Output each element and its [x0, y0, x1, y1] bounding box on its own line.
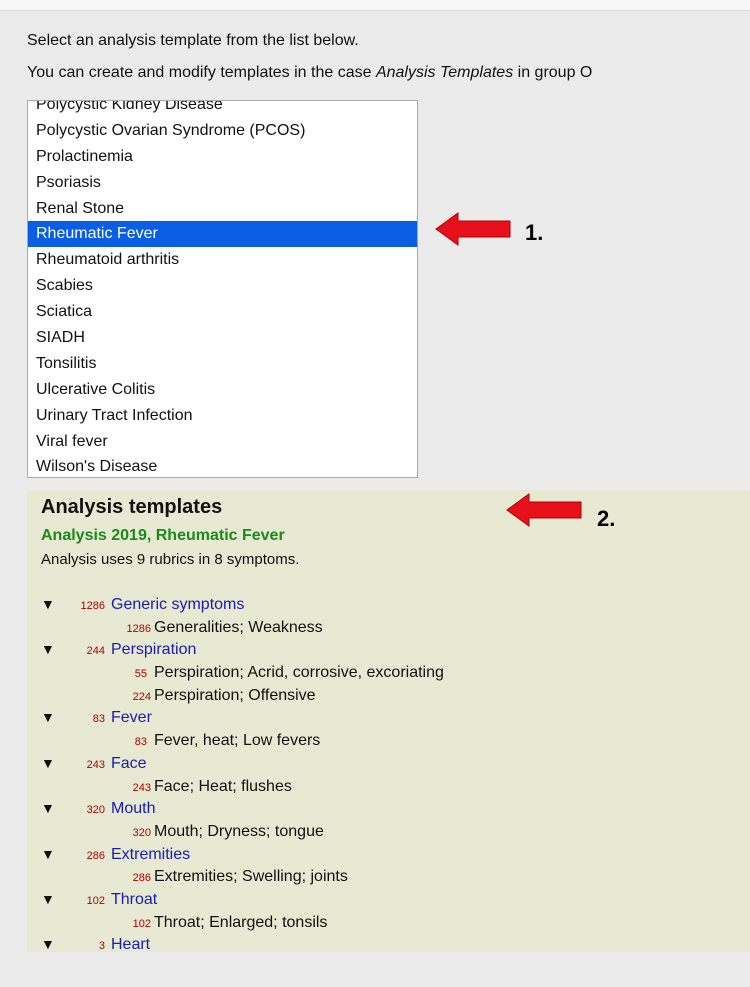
rubric-row[interactable]: 243 Face; Heat; flushes — [27, 777, 750, 800]
symptom-group-row[interactable]: ▼ 243 Face — [27, 754, 750, 777]
symptom-group-label: Mouth — [111, 800, 156, 818]
intro-templates-hint: You can create and modify templates in t… — [27, 64, 592, 82]
annotation-label-1: 1. — [525, 220, 544, 245]
rubric-label: Throat; Enlarged; tonsils — [154, 913, 328, 931]
template-list-item[interactable]: Polycystic Kidney Disease — [28, 101, 417, 118]
window-top-edge — [0, 0, 750, 11]
rubric-row[interactable]: 102 Throat; Enlarged; tonsils — [27, 913, 750, 936]
hint-case-name: Analysis Templates — [375, 64, 514, 81]
hint-suffix: in group O — [513, 64, 593, 81]
analysis-templates-panel: Analysis templates Analysis 2019, Rheuma… — [27, 490, 750, 952]
rubric-label: Face; Heat; flushes — [154, 777, 292, 795]
symptom-group-label: Face — [111, 754, 147, 772]
rubric-row[interactable]: 224 Perspiration; Offensive — [27, 686, 750, 709]
rubric-count: 102 — [132, 917, 151, 930]
intro-text: Select an analysis template from the lis… — [27, 32, 359, 49]
rubric-count: 224 — [132, 690, 151, 703]
analysis-description: Analysis uses 9 rubrics in 8 symptoms. — [41, 551, 300, 568]
symptom-group-label: Throat — [111, 890, 158, 908]
symptom-group-label: Perspiration — [111, 641, 197, 659]
analysis-name: Analysis 2019, Rheumatic Fever — [41, 527, 285, 544]
template-list-item[interactable]: Polycystic Ovarian Syndrome (PCOS) — [28, 118, 417, 144]
template-list-item[interactable]: Ulcerative Colitis — [28, 377, 417, 403]
rubric-count: 83 — [134, 736, 147, 749]
panel-title: Analysis templates — [41, 496, 223, 518]
rubric-count: 55 — [134, 668, 147, 681]
template-list-item[interactable]: Psoriasis — [28, 170, 417, 196]
template-list-item[interactable]: Urinary Tract Infection — [28, 403, 417, 429]
rubric-label: Generalities; Weakness — [154, 618, 323, 636]
symptom-group-label: Generic symptoms — [111, 596, 245, 613]
rubric-count: 243 — [132, 781, 151, 794]
template-list: Polycystic Kidney Disease Polycystic Ovar… — [28, 101, 417, 477]
symptom-count: 1286 — [80, 600, 105, 612]
symptom-group-row[interactable]: ▼ 83 Fever — [27, 708, 750, 731]
rubric-count: 320 — [132, 826, 151, 839]
symptom-count: 243 — [86, 758, 105, 771]
rubric-row[interactable]: 286 Extremities; Swelling; joints — [27, 867, 750, 890]
template-list-item[interactable]: Sciatica — [28, 299, 417, 325]
symptom-group-row[interactable]: ▼ 1286 Generic symptoms — [27, 595, 750, 618]
hint-prefix: You can create and modify templates in t… — [27, 64, 376, 81]
symptom-group-label: Fever — [111, 709, 152, 727]
template-list-item[interactable]: Scabies — [28, 273, 417, 299]
symptom-group-row[interactable]: ▼ 244 Perspiration — [27, 640, 750, 663]
rubric-label: Extremities; Swelling; joints — [154, 868, 348, 886]
template-list-item[interactable]: Rheumatic Fever — [28, 221, 417, 248]
symptom-count: 286 — [86, 849, 105, 862]
rubric-row[interactable]: 55 Perspiration; Acrid, corrosive, excori… — [27, 663, 750, 686]
symptom-count: 244 — [86, 645, 105, 658]
annotation-arrow-1 — [435, 212, 511, 246]
symptom-count: 320 — [86, 804, 105, 817]
rubric-row[interactable]: 1286 Generalities; Weakness — [27, 618, 750, 641]
rubric-label: Perspiration; Offensive — [154, 686, 316, 704]
symptom-group-row[interactable]: ▼ 3 Heart — [27, 935, 750, 952]
symptom-group-row[interactable]: ▼ 102 Throat — [27, 890, 750, 913]
template-list-item[interactable]: Prolactinemia — [28, 144, 417, 170]
symptom-count: 83 — [92, 713, 105, 726]
template-list-item[interactable]: Viral fever — [28, 429, 417, 455]
symptom-count: 102 — [86, 894, 105, 907]
symptom-group-label: Extremities — [111, 845, 191, 863]
rubric-label: Fever, heat; Low fevers — [154, 732, 321, 750]
template-list-item[interactable]: SIADH — [28, 325, 417, 351]
symptom-tree: ▼ 1286 Generic symptoms 1286 Generalities; W… — [27, 595, 750, 952]
rubric-row[interactable]: 83 Fever, heat; Low fevers — [27, 731, 750, 754]
template-listbox[interactable]: Polycystic Kidney Disease Polycystic Ovar… — [27, 100, 418, 478]
rubric-count: 286 — [132, 872, 151, 885]
symptom-group-label: Heart — [111, 936, 151, 952]
rubric-row[interactable]: 320 Mouth; Dryness; tongue — [27, 822, 750, 845]
rubric-label: Perspiration; Acrid, corrosive, excoriat… — [154, 664, 444, 682]
symptom-group-row[interactable]: ▼ 286 Extremities — [27, 845, 750, 868]
annotation-arrow-2 — [506, 493, 582, 527]
template-list-item[interactable]: Renal Stone — [28, 196, 417, 222]
annotation-label-2: 2. — [597, 506, 616, 531]
template-list-item[interactable]: Rheumatoid arthritis — [28, 247, 417, 273]
template-list-item[interactable]: Wilson's Disease — [28, 454, 417, 477]
symptom-count: 3 — [98, 940, 105, 952]
symptom-group-row[interactable]: ▼ 320 Mouth — [27, 799, 750, 822]
rubric-label: Mouth; Dryness; tongue — [154, 822, 324, 840]
template-list-item[interactable]: Tonsilitis — [28, 351, 417, 377]
rubric-count: 1286 — [126, 622, 151, 635]
